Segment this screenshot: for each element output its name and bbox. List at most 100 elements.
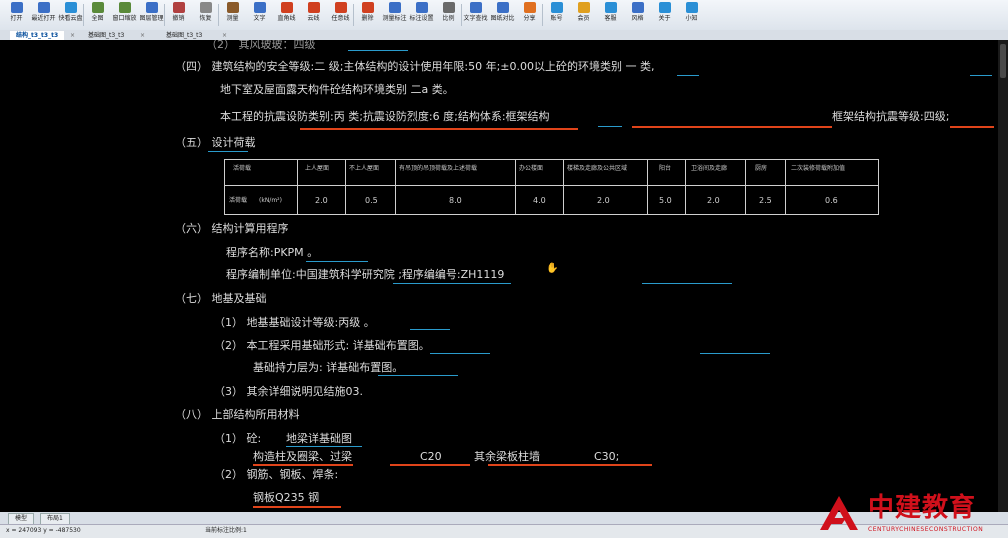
toolbar-button[interactable]: 恢复 (193, 2, 218, 28)
logo-english: CENTURYCHINESECONSTRUCTION (868, 526, 984, 533)
toolbar-button[interactable]: 图层管理 (139, 2, 164, 28)
toolbar-button[interactable]: 测量标注 (382, 2, 407, 28)
underline (393, 283, 511, 284)
toolbar-button[interactable]: 任意线 (328, 2, 353, 28)
toolbar-label: 标注设置 (409, 15, 434, 22)
row-label: 活荷载 (229, 197, 248, 204)
toolbar-button[interactable]: 关于 (652, 2, 677, 28)
toolbar-label: 客服 (604, 15, 617, 22)
toolbar-label: 任意线 (331, 15, 350, 22)
toolbar-button[interactable]: 风格 (625, 2, 650, 28)
toolbar-label: 图层管理 (139, 15, 164, 22)
toolbar-icon (388, 2, 401, 13)
toolbar-label: 比例 (442, 15, 455, 22)
table-cell: 4.0 (533, 196, 546, 205)
highlight-underline (390, 464, 470, 466)
scale-readout: 当前标注比例:1 (205, 527, 247, 534)
vertical-scrollbar[interactable] (998, 40, 1008, 512)
table-header: 活荷载 (233, 165, 252, 172)
toolbar-icon (253, 2, 266, 13)
material-1e: C30; (594, 450, 620, 463)
toolbar-icon (604, 2, 617, 13)
scroll-thumb[interactable] (1000, 44, 1006, 78)
toolbar-button[interactable]: 撤销 (166, 2, 191, 28)
toolbar-button[interactable]: 删除 (355, 2, 380, 28)
pointer-cursor: ✋ (546, 263, 559, 274)
highlight-underline (253, 464, 353, 466)
tab-foundation-1[interactable]: 基础图_t3_t3 (82, 31, 130, 40)
toolbar-separator (461, 4, 462, 26)
load-table: 活荷载 上人屋面 不上人屋面 有吊顶的吊顶荷载及上述荷载 办公楼面 楼梯及走廊及… (224, 159, 879, 215)
toolbar-icon (118, 2, 131, 13)
toolbar-label: 打开 (10, 15, 23, 22)
toolbar-button[interactable]: 文字查找 (463, 2, 488, 28)
toolbar-button[interactable]: 文字 (247, 2, 272, 28)
table-header: 有吊顶的吊顶荷载及上述荷载 (399, 165, 478, 172)
toolbar-button[interactable]: 快看云盘 (58, 2, 83, 28)
material-1c: C20 (420, 450, 442, 463)
underline (970, 75, 992, 76)
program-name: 程序名称:PKPM 。 (226, 246, 319, 259)
table-header: 二次装修荷载附加值 (791, 165, 846, 172)
toolbar-button[interactable]: 账号 (544, 2, 569, 28)
toolbar-button[interactable]: 图纸对比 (490, 2, 515, 28)
tab-foundation-2[interactable]: 基础图_t3_t3 (160, 31, 208, 40)
toolbar-label: 最近打开 (31, 15, 56, 22)
toolbar-button[interactable]: 直角线 (274, 2, 299, 28)
table-cell: 0.6 (825, 196, 838, 205)
table-cell: 0.5 (365, 196, 378, 205)
close-icon[interactable]: × (70, 31, 75, 40)
underline (642, 283, 732, 284)
toolbar-separator (542, 4, 543, 26)
toolbar-icon (577, 2, 590, 13)
tab-structure[interactable]: 结构_t3_t3_t3 (10, 31, 65, 40)
close-icon[interactable]: × (140, 31, 145, 40)
toolbar-icon (685, 2, 698, 13)
table-header: 阳台 (659, 165, 672, 172)
material-1: （1） 砼: (214, 432, 262, 445)
toolbar-label: 直角线 (277, 15, 296, 22)
underline (348, 50, 408, 51)
toolbar-separator (164, 4, 165, 26)
foundation-3: （3） 其余详细说明见结施03. (214, 385, 363, 398)
toolbar-label: 小知 (685, 15, 698, 22)
toolbar-icon (415, 2, 428, 13)
toolbar-button[interactable]: 客服 (598, 2, 623, 28)
toolbar-separator (218, 4, 219, 26)
toolbar-label: 测量 (226, 15, 239, 22)
material-1b: 构造柱及圈梁、过梁 (253, 450, 352, 463)
table-cell: 2.5 (759, 196, 772, 205)
toolbar-button[interactable]: 标注设置 (409, 2, 434, 28)
highlight-underline (488, 464, 652, 466)
toolbar-label: 撤销 (172, 15, 185, 22)
toolbar-button[interactable]: 小知 (679, 2, 704, 28)
toolbar-label: 关于 (658, 15, 671, 22)
toolbar-label: 账号 (550, 15, 563, 22)
toolbar-label: 测量标注 (382, 15, 407, 22)
toolbar-button[interactable]: 窗口缩放 (112, 2, 137, 28)
toolbar-icon (172, 2, 185, 13)
toolbar-label: 分享 (523, 15, 536, 22)
toolbar-button[interactable]: 比例 (436, 2, 461, 28)
program-unit: 程序编制单位:中国建筑科学研究院 ;程序编编号:ZH1119 (226, 268, 505, 281)
toolbar-button[interactable]: 打开 (4, 2, 29, 28)
table-header: 不上人屋面 (349, 165, 380, 172)
toolbar-icon (37, 2, 50, 13)
toolbar-button[interactable]: 全图 (85, 2, 110, 28)
toolbar-icon (226, 2, 239, 13)
toolbar-button[interactable]: 云线 (301, 2, 326, 28)
toolbar-button[interactable]: 最近打开 (31, 2, 56, 28)
toolbar-icon (631, 2, 644, 13)
toolbar-button[interactable]: 会员 (571, 2, 596, 28)
toolbar-icon (64, 2, 77, 13)
underline (286, 446, 362, 447)
toolbar-icon (145, 2, 158, 13)
toolbar-icon (550, 2, 563, 13)
toolbar-button[interactable]: 分享 (517, 2, 542, 28)
toolbar-button[interactable]: 测量 (220, 2, 245, 28)
toolbar-separator (83, 4, 84, 26)
material-1a: 地梁详基础图 (286, 432, 352, 445)
drawing-canvas[interactable]: （2） 其风玻玻：四级 （四） 建筑结构的安全等级:二 级;主体结构的设计使用年… (0, 40, 998, 512)
close-icon[interactable]: × (222, 31, 227, 40)
toolbar-icon (523, 2, 536, 13)
